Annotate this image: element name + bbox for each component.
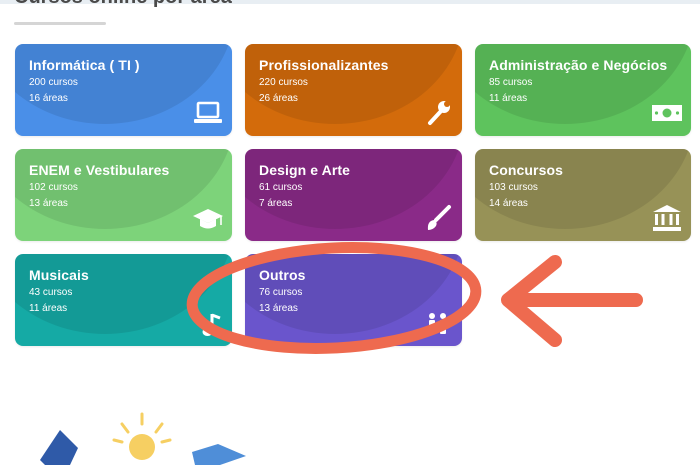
- graduation-cap-icon: [193, 209, 223, 229]
- category-name: Outros: [259, 267, 306, 283]
- category-area-count: 11 áreas: [29, 303, 68, 314]
- category-name: Design e Arte: [259, 162, 351, 178]
- category-course-count: 200 cursos: [29, 77, 78, 88]
- category-name: ENEM e Vestibulares: [29, 162, 170, 178]
- category-area-count: 16 áreas: [29, 93, 68, 104]
- category-area-count: 7 áreas: [259, 198, 293, 209]
- laptop-icon: [194, 101, 222, 123]
- category-area-count: 26 áreas: [259, 93, 298, 104]
- category-course-count: 102 cursos: [29, 182, 78, 193]
- category-card-profissionalizantes[interactable]: Profissionalizantes 220 cursos 26 áreas: [245, 44, 462, 136]
- pennant-icon: [40, 430, 78, 465]
- institution-icon: [653, 205, 681, 231]
- money-icon: [652, 105, 682, 121]
- category-course-count: 85 cursos: [489, 77, 533, 88]
- category-card-musicais[interactable]: Musicais 43 cursos 11 áreas: [15, 254, 232, 346]
- category-area-count: 13 áreas: [259, 303, 298, 314]
- bottom-illustration: [40, 412, 246, 465]
- category-area-count: 14 áreas: [489, 198, 528, 209]
- category-card-outros[interactable]: Outros 76 cursos 13 áreas: [245, 254, 462, 346]
- lightbulb-icon: [112, 412, 172, 460]
- category-course-count: 103 cursos: [489, 182, 538, 193]
- category-card-administracao[interactable]: Administração e Negócios 85 cursos 11 ár…: [475, 44, 691, 136]
- wrench-icon: [428, 101, 450, 125]
- paintbrush-icon: [427, 205, 451, 230]
- category-card-design[interactable]: Design e Arte 61 cursos 7 áreas: [245, 149, 462, 241]
- category-card-informatica[interactable]: Informática ( TI ) 200 cursos 16 áreas: [15, 44, 232, 136]
- category-course-count: 76 cursos: [259, 287, 303, 298]
- section-title: Cursos online por área: [14, 0, 232, 9]
- category-card-concursos[interactable]: Concursos 103 cursos 14 áreas: [475, 149, 691, 241]
- arrow-icon: [501, 255, 643, 347]
- category-area-count: 11 áreas: [489, 93, 528, 104]
- category-course-count: 61 cursos: [259, 182, 303, 193]
- music-note-icon: [202, 313, 221, 336]
- category-name: Profissionalizantes: [259, 57, 389, 73]
- category-card-enem[interactable]: ENEM e Vestibulares 102 cursos 13 áreas: [15, 149, 232, 241]
- category-name: Musicais: [29, 267, 89, 283]
- category-name: Informática ( TI ): [29, 57, 140, 73]
- category-name: Concursos: [489, 162, 564, 178]
- category-area-count: 13 áreas: [29, 198, 68, 209]
- category-name: Administração e Negócios: [489, 57, 668, 73]
- people-icon: [429, 313, 446, 334]
- graduation-cap-illustration: [192, 444, 246, 465]
- title-underline: [14, 22, 106, 25]
- category-course-count: 43 cursos: [29, 287, 73, 298]
- category-course-count: 220 cursos: [259, 77, 308, 88]
